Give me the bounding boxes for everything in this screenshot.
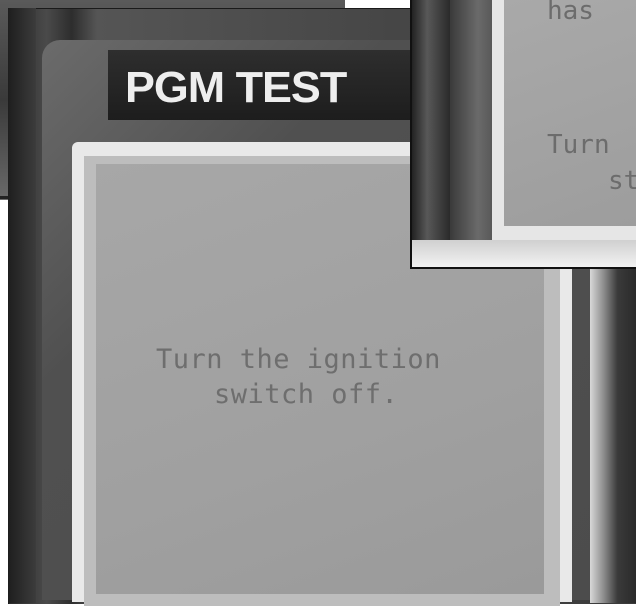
brand-label: PGM TEST <box>125 63 347 112</box>
inset-lcd-line-2: Turn <box>547 130 610 160</box>
device-edge-shadow <box>8 8 36 603</box>
inset-zoom-photo: has Turn st <box>410 0 636 269</box>
inset-lcd-line-3: st <box>608 166 636 196</box>
inset-device-rim <box>412 0 450 267</box>
lcd-message-line-2: switch off. <box>214 379 399 410</box>
device-right-rim <box>590 230 636 603</box>
inset-screen-bottom-edge <box>412 240 636 267</box>
lcd-message-line-1: Turn the ignition <box>156 344 441 375</box>
inset-lcd-line-1: has <box>547 0 594 26</box>
